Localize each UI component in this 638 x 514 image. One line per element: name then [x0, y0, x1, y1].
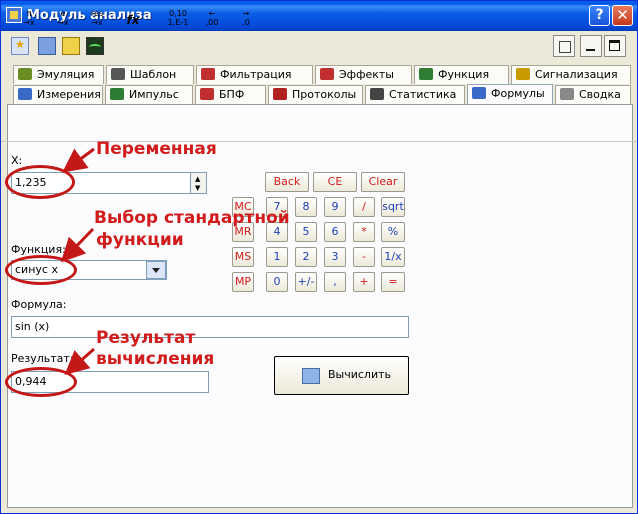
sqrt-button[interactable]: sqrt	[381, 197, 405, 217]
oscilloscope-icon[interactable]	[86, 37, 104, 55]
digit-8-button[interactable]: 8	[295, 197, 317, 217]
tab-fft[interactable]: БПФ	[195, 85, 266, 104]
tab-effects[interactable]: Эффекты	[315, 65, 412, 84]
fft-icon	[200, 88, 214, 100]
decimal-button[interactable]: ,	[324, 272, 346, 292]
digit-2-button[interactable]: 2	[295, 247, 317, 267]
function-highlight-ellipse	[5, 255, 77, 285]
mp-button[interactable]: MP	[232, 272, 254, 292]
tab-protocols[interactable]: Протоколы	[268, 85, 363, 104]
tab-pulse[interactable]: Импульс	[105, 85, 193, 104]
tab-alarm[interactable]: Сигнализация	[511, 65, 631, 84]
annotation-result-line1: Результат	[96, 328, 196, 348]
insert-pi-button[interactable]: π →x	[18, 9, 40, 31]
back-button[interactable]: Back	[265, 172, 309, 192]
digit-6-button[interactable]: 6	[324, 222, 346, 242]
template-icon	[111, 68, 125, 80]
clear-button[interactable]: Clear	[361, 172, 405, 192]
tab-measurements[interactable]: Измерения	[13, 85, 103, 104]
tab-filtering[interactable]: Фильтрация	[196, 65, 313, 84]
percent-button[interactable]: %	[381, 222, 405, 242]
digit-9-button[interactable]: 9	[324, 197, 346, 217]
effects-icon	[320, 68, 334, 80]
reciprocal-button[interactable]: 1/x	[381, 247, 405, 267]
tab-statistics[interactable]: Статистика	[365, 85, 465, 104]
filter-icon	[201, 68, 215, 80]
formulas-icon	[472, 87, 486, 99]
favorites-icon[interactable]	[11, 37, 29, 55]
tab-function[interactable]: Функция	[414, 65, 509, 84]
formula-input[interactable]: sin (x)	[11, 316, 409, 338]
function-fx-button[interactable]: fx	[122, 9, 144, 31]
equals-button[interactable]: =	[381, 272, 405, 292]
summary-icon	[560, 88, 574, 100]
annotation-variable: Переменная	[96, 139, 217, 159]
ruler-icon[interactable]	[62, 37, 80, 55]
insert-result-button[interactable]: res →x	[86, 9, 108, 31]
info-book-icon[interactable]	[38, 37, 56, 55]
maximize-panel-button[interactable]	[604, 35, 626, 57]
protocols-icon	[273, 88, 287, 100]
annotation-function-line1: Выбор стандартной	[94, 208, 290, 228]
annotation-result-line2: вычисления	[96, 349, 215, 369]
digit-0-button[interactable]: 0	[266, 272, 288, 292]
statistics-icon	[370, 88, 384, 100]
help-button[interactable]: ?	[589, 5, 610, 26]
ce-button[interactable]: CE	[313, 172, 357, 192]
tab-template[interactable]: Шаблон	[106, 65, 194, 84]
minimize-panel-button[interactable]	[580, 35, 602, 57]
pulse-icon	[110, 88, 124, 100]
x-label: X:	[11, 154, 23, 167]
restore-panel-button[interactable]	[553, 35, 575, 57]
sign-toggle-button[interactable]: +/-	[295, 272, 317, 292]
insert-e-button[interactable]: e →x	[52, 9, 74, 31]
calculate-icon	[302, 368, 320, 384]
result-label: Результат:	[11, 352, 74, 365]
ms-button[interactable]: MS	[232, 247, 254, 267]
digit-1-button[interactable]: 1	[266, 247, 288, 267]
tab-formulas[interactable]: Формулы	[467, 84, 553, 105]
subtract-button[interactable]: -	[353, 247, 375, 267]
calculate-button[interactable]: Вычислить	[274, 356, 409, 395]
calculate-button-label: Вычислить	[328, 368, 391, 381]
add-button[interactable]: +	[353, 272, 375, 292]
alarm-icon	[516, 68, 530, 80]
x-highlight-ellipse	[5, 165, 75, 199]
emulation-icon	[18, 68, 32, 80]
x-spinner[interactable]: ▲ ▼	[190, 172, 207, 194]
measure-icon	[18, 88, 32, 100]
divide-button[interactable]: /	[353, 197, 375, 217]
multiply-button[interactable]: *	[353, 222, 375, 242]
decrease-decimals-button[interactable]: → ,0	[235, 9, 257, 31]
digit-5-button[interactable]: 5	[295, 222, 317, 242]
tab-summary[interactable]: Сводка	[555, 85, 631, 104]
formulas-panel	[7, 104, 633, 508]
chevron-down-icon[interactable]	[146, 261, 166, 279]
digit-3-button[interactable]: 3	[324, 247, 346, 267]
tab-emulation[interactable]: Эмуляция	[13, 65, 104, 84]
annotation-function-line2: функции	[96, 230, 184, 250]
close-button[interactable]: ✕	[612, 5, 633, 26]
formula-label: Формула:	[11, 298, 67, 311]
main-toolbar	[1, 31, 637, 63]
exponent-format-button[interactable]: 0,10 1,E-1	[165, 9, 191, 31]
function-icon	[419, 68, 433, 80]
increase-decimals-button[interactable]: ← ,00	[201, 9, 223, 31]
result-highlight-ellipse	[5, 367, 77, 397]
main-window: Модуль анализа ? ✕ Эмуляция Шаблон Фильт…	[0, 0, 638, 514]
